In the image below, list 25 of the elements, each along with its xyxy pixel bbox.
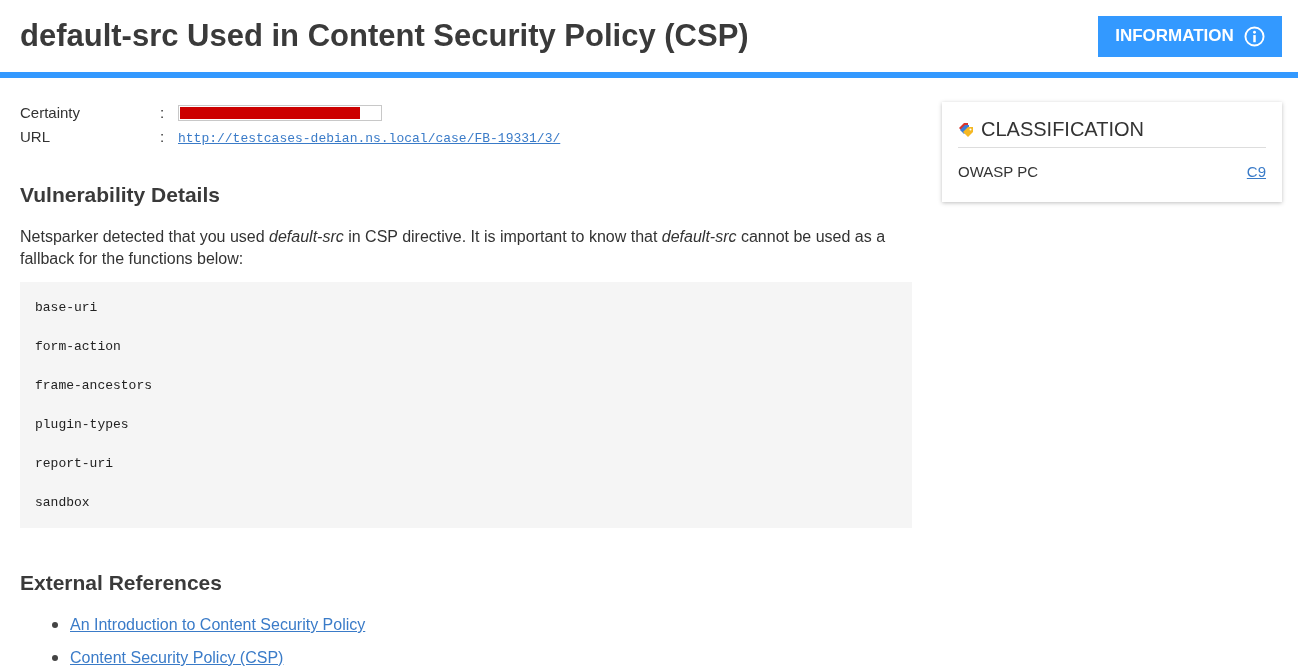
separator-colon: : bbox=[160, 127, 166, 147]
bullet-icon bbox=[52, 622, 58, 628]
section-heading: External References bbox=[20, 571, 223, 595]
section-heading: Vulnerability Details bbox=[20, 183, 221, 207]
tag-icon bbox=[958, 121, 975, 138]
classification-label: OWASP PC bbox=[958, 163, 1039, 180]
field-label: URL bbox=[20, 127, 51, 147]
reference-link[interactable]: An Introduction to Content Security Policy bbox=[70, 614, 366, 636]
code-line: frame-ancestors bbox=[35, 377, 154, 395]
separator-colon: : bbox=[160, 103, 166, 123]
card-title: CLASSIFICATION bbox=[981, 118, 1144, 141]
reference-link[interactable]: Content Security Policy (CSP) bbox=[70, 647, 284, 669]
url-link[interactable]: http://testcases-debian.ns.local/case/FB-19331/3/ bbox=[178, 131, 561, 146]
field-label: Certainty bbox=[20, 103, 82, 123]
page-title: default-src Used in Content Security Policy (CSP) bbox=[20, 18, 749, 54]
description-text: Netsparker detected that you used default-src in CSP directive. It is important to know that default-src cannot be used as a fallback for the functions below: bbox=[20, 227, 887, 269]
code-line: report-uri bbox=[35, 455, 114, 473]
code-line: plugin-types bbox=[35, 416, 130, 434]
code-line: base-uri bbox=[35, 299, 99, 317]
severity-button[interactable]: INFORMATION bbox=[1098, 15, 1282, 57]
bullet-icon bbox=[52, 655, 58, 661]
code-line: form-action bbox=[35, 338, 122, 356]
info-icon bbox=[1243, 25, 1265, 47]
code-line: sandbox bbox=[35, 494, 91, 512]
classification-link[interactable]: C9 bbox=[1246, 163, 1266, 180]
